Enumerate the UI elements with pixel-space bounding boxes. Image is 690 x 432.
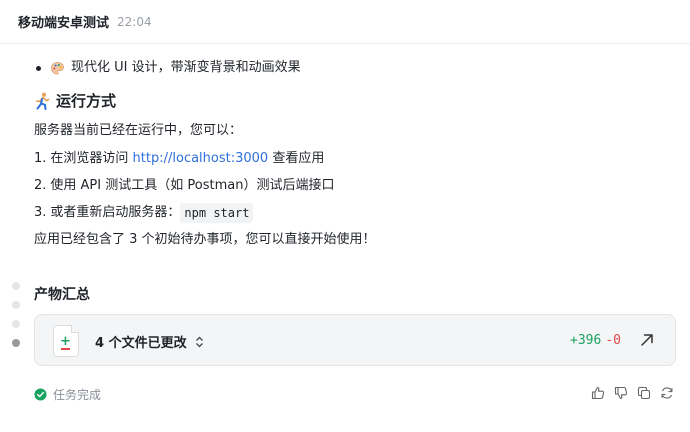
step-text: 在浏览器访问	[50, 151, 133, 166]
message-actions	[582, 386, 674, 400]
refresh-icon[interactable]	[660, 386, 674, 400]
assistant-message: 现代化 UI 设计，带渐变背景和动画效果 运行方式 服务器当前已经在运行中，您可…	[34, 58, 674, 249]
step-text: 或者重新启动服务器：	[50, 205, 181, 220]
chat-header: 移动端安卓测试 22:04	[0, 0, 690, 44]
localhost-link[interactable]: http://localhost:3000	[133, 150, 269, 168]
section-heading: 运行方式	[34, 90, 674, 112]
runner-icon	[36, 92, 50, 110]
nav-dot-active[interactable]	[12, 339, 20, 347]
step-number: 3.	[34, 205, 47, 220]
chat-timestamp: 22:04	[117, 14, 152, 29]
check-circle-icon	[34, 388, 47, 401]
palette-icon	[51, 61, 64, 74]
list-item: 现代化 UI 设计，带渐变背景和动画效果	[36, 58, 674, 78]
code-snippet: npm start	[180, 203, 254, 223]
chevron-updown-icon	[195, 336, 203, 347]
steps-list: 1. 在浏览器访问 http://localhost:3000 查看应用 2. …	[34, 150, 674, 223]
nav-dot[interactable]	[12, 320, 20, 328]
artifacts-title: 产物汇总	[34, 287, 90, 303]
nav-dot[interactable]	[12, 282, 20, 290]
section-heading-text: 运行方式	[56, 92, 117, 110]
thumbs-up-icon[interactable]	[591, 386, 605, 400]
deletions-count: -0	[605, 333, 621, 348]
files-changed-toggle[interactable]: 4 个文件已更改	[95, 332, 204, 351]
message-navigator	[12, 282, 22, 358]
step-text: 使用 API 测试工具（如 Postman）测试后端接口	[50, 178, 335, 193]
list-item: 3. 或者重新启动服务器： npm start	[34, 203, 674, 223]
intro-paragraph: 服务器当前已经在运行中，您可以：	[34, 123, 243, 138]
diff-stats: +396 -0	[570, 333, 621, 348]
closing-paragraph: 应用已经包含了 3 个初始待办事项，您可以直接开始使用！	[34, 232, 376, 247]
chat-title: 移动端安卓测试	[18, 16, 110, 31]
bullet-text: 现代化 UI 设计，带渐变背景和动画效果	[71, 60, 301, 75]
nav-dot[interactable]	[12, 301, 20, 309]
task-status: 任务完成	[34, 386, 101, 403]
step-number: 2.	[34, 178, 47, 193]
step-text: 查看应用	[268, 151, 325, 166]
thumbs-down-icon[interactable]	[614, 386, 628, 400]
files-changed-card[interactable]: + 4 个文件已更改 +396 -0	[34, 314, 676, 366]
open-external-icon[interactable]	[639, 332, 655, 348]
step-number: 1.	[34, 151, 47, 166]
files-changed-label: 4 个文件已更改	[95, 336, 187, 351]
list-item: 1. 在浏览器访问 http://localhost:3000 查看应用	[34, 150, 674, 168]
task-status-label: 任务完成	[53, 388, 102, 402]
copy-icon[interactable]	[637, 386, 651, 400]
file-diff-icon: +	[53, 325, 79, 357]
additions-count: +396	[570, 333, 602, 348]
list-item: 2. 使用 API 测试工具（如 Postman）测试后端接口	[34, 177, 674, 195]
bullet-dot	[36, 65, 41, 71]
